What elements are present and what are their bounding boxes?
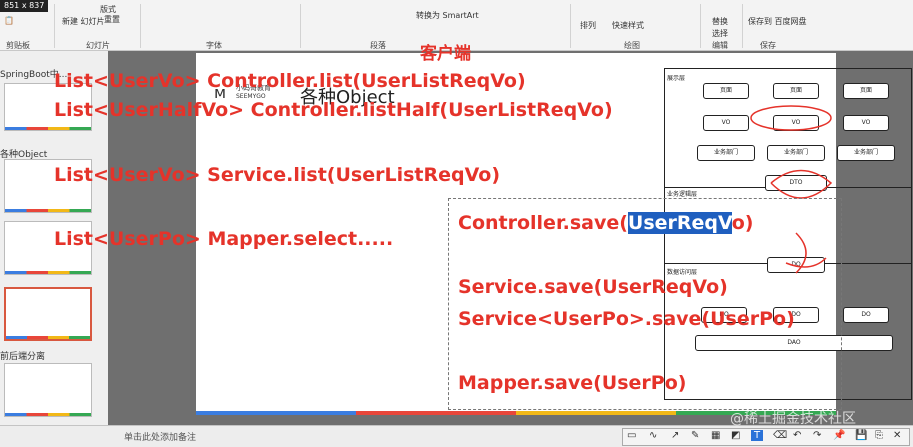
replace-button[interactable]: 替换: [712, 16, 728, 27]
annotation-line-3: List<UserVo> Service.list(UserListReqVo): [54, 164, 501, 186]
diagram-biz-box: 业务部门: [837, 145, 895, 161]
reset-button[interactable]: 重置: [104, 14, 120, 25]
watermark: @稀土掘金技术社区: [730, 411, 856, 427]
copy-icon[interactable]: ⎘: [875, 430, 883, 441]
group-paragraph: 段落: [370, 41, 386, 50]
annotation-line-4: List<UserPo> Mapper.select.....: [54, 228, 394, 250]
group-drawing: 绘图: [624, 41, 640, 50]
group-save: 保存: [760, 41, 776, 50]
close-icon[interactable]: ✕: [893, 430, 901, 441]
notes-placeholder: 单击此处添加备注: [124, 433, 197, 443]
save-icon[interactable]: 💾: [855, 430, 867, 441]
redo-icon[interactable]: ↷: [813, 430, 821, 441]
slide-thumbnail-selected[interactable]: [4, 287, 92, 341]
dimension-readout: 851 x 837: [0, 0, 49, 12]
diagram-vo-box: VO: [843, 115, 889, 131]
arrow-icon[interactable]: ↗: [671, 430, 679, 441]
annotation-pen-toolbar: ▭ ∿ ↗ ✎ ▦ ◩ T ⌫ ↶ ↷ 📌 💾 ⎘ ✕: [622, 428, 910, 446]
annotation-line-1: List<UserVo> Controller.list(UserListReq…: [54, 70, 526, 92]
group-slides: 幻灯片: [86, 41, 110, 50]
section-label-frontend-backend[interactable]: 前后端分离: [0, 349, 45, 362]
diagram-page-box: 页面: [843, 83, 889, 99]
slide-thumbnail[interactable]: [4, 363, 92, 417]
new-slide-button[interactable]: 新建 幻灯片: [62, 16, 105, 27]
group-editing: 编辑: [712, 41, 728, 50]
pin-icon[interactable]: 📌: [833, 430, 845, 441]
arrange-button[interactable]: 排列: [580, 20, 596, 31]
smartart-button[interactable]: 转换为 SmartArt: [416, 10, 479, 21]
slide-canvas: ᴍ 小码哥教育 SEEMYGO 各种Object 展示层 页面 页面 页面 VO…: [54, 44, 913, 425]
color-icon[interactable]: ◩: [731, 430, 740, 441]
save-cloud-button[interactable]: 保存到 百度网盘: [748, 16, 807, 27]
diagram-do-box: DO: [843, 307, 889, 323]
selected-text: UserReqV: [627, 212, 732, 234]
select-button[interactable]: 选择: [712, 28, 728, 39]
client-title: 客户端: [420, 44, 471, 64]
annotation-line-2: List<UserHalfVo> Controller.listHalf(Use…: [54, 99, 613, 121]
mosaic-icon[interactable]: ▦: [711, 430, 720, 441]
undo-icon[interactable]: ↶: [793, 430, 801, 441]
group-clipboard: 剪贴板: [6, 41, 30, 50]
paste-icon[interactable]: 📋: [4, 16, 14, 25]
mapper-save-line: Mapper.save(UserPo): [458, 372, 687, 394]
service-generic-save-line: Service<UserPo>.save(UserPo): [458, 308, 795, 330]
service-save-line: Service.save(UserReqVo): [458, 276, 728, 298]
controller-save-line[interactable]: Controller.save(UserReqVo): [458, 212, 753, 234]
quickstyle-button[interactable]: 快速样式: [612, 20, 644, 31]
pen-icon[interactable]: ✎: [691, 430, 699, 441]
eraser-icon[interactable]: ⌫: [773, 430, 787, 441]
group-font: 字体: [206, 41, 222, 50]
text-tool-icon[interactable]: T: [751, 430, 764, 441]
rectangle-icon[interactable]: ▭: [627, 430, 636, 441]
curve-icon[interactable]: ∿: [649, 430, 657, 441]
